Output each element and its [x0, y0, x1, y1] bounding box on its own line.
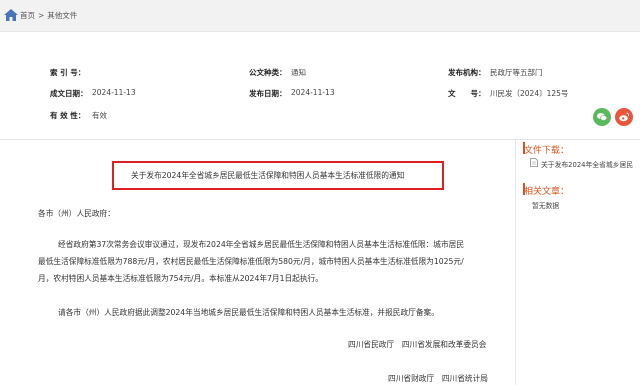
download-file-link[interactable]: 关于发布2024年全省城乡居民: [541, 159, 633, 169]
home-icon[interactable]: [4, 9, 18, 21]
document-metadata: 索 引 号： 公文种类： 通知 发布机构： 民政厅等五部门 成文日期： 2024…: [0, 50, 640, 140]
breadcrumb-home-link[interactable]: 首页: [20, 11, 35, 20]
header-divider: [0, 139, 640, 140]
paragraph-2: 请各市（州）人民政府据此调整2024年当地城乡居民最低生活保障和特困人员基本生活…: [58, 308, 439, 317]
file-icon: [530, 158, 538, 167]
wechat-share-button[interactable]: [593, 108, 611, 126]
paragraph-1-line-2: 最低生活保障标准低限为788元/月，农村居民最低生活保障标准低限为580元/月，…: [38, 257, 464, 266]
related-articles-heading: 相关文章：: [524, 187, 570, 197]
salutation: 各市（州）人民政府：: [38, 209, 115, 218]
paragraph-1-line-1: 经省政府第37次常务会议审议通过，现发布2024年全省城乡居民最低生活保障和特困…: [58, 240, 465, 249]
issuer-label: 发布机构：: [448, 68, 486, 77]
breadcrumb: 首页 > 其他文件: [20, 10, 80, 21]
doc-type-value: 通知: [291, 68, 306, 77]
validity-value: 有效: [92, 111, 107, 120]
doc-number-label: 文 号：: [448, 89, 486, 98]
downloads-heading: 文件下载：: [524, 146, 570, 156]
sidebar-divider: [515, 140, 516, 385]
paragraph-1-line-3: 月，农村特困人员基本生活标准低限为754元/月。本标准从2024年7月1日起执行…: [38, 274, 323, 283]
doc-type-label: 公文种类：: [249, 68, 287, 77]
wechat-icon: [597, 113, 608, 121]
index-label: 索 引 号：: [50, 68, 86, 77]
breadcrumb-current[interactable]: 其他文件: [47, 11, 77, 20]
published-date-value: 2024-11-13: [291, 88, 335, 97]
signatory-line-1: 四川省民政厅 四川省发展和改革委员会: [348, 340, 487, 349]
created-date-value: 2024-11-13: [92, 88, 136, 97]
published-date-label: 发布日期：: [249, 89, 287, 98]
issuer-value: 民政厅等五部门: [490, 68, 543, 77]
weibo-icon: [619, 112, 630, 122]
document-title: 关于发布2024年全省城乡居民最低生活保障和特困人员基本生活标准低限的通知: [131, 171, 405, 180]
related-articles-empty: 暂无数据: [532, 202, 560, 210]
weibo-share-button[interactable]: [615, 108, 633, 126]
signatory-line-2: 四川省财政厅 四川省统计局: [388, 374, 488, 383]
breadcrumb-bar: 首页 > 其他文件: [0, 0, 640, 32]
validity-label: 有 效 性：: [50, 111, 86, 120]
breadcrumb-separator: >: [38, 11, 45, 20]
created-date-label: 成文日期：: [50, 89, 88, 98]
doc-number-value: 川民发〔2024〕125号: [490, 89, 569, 98]
